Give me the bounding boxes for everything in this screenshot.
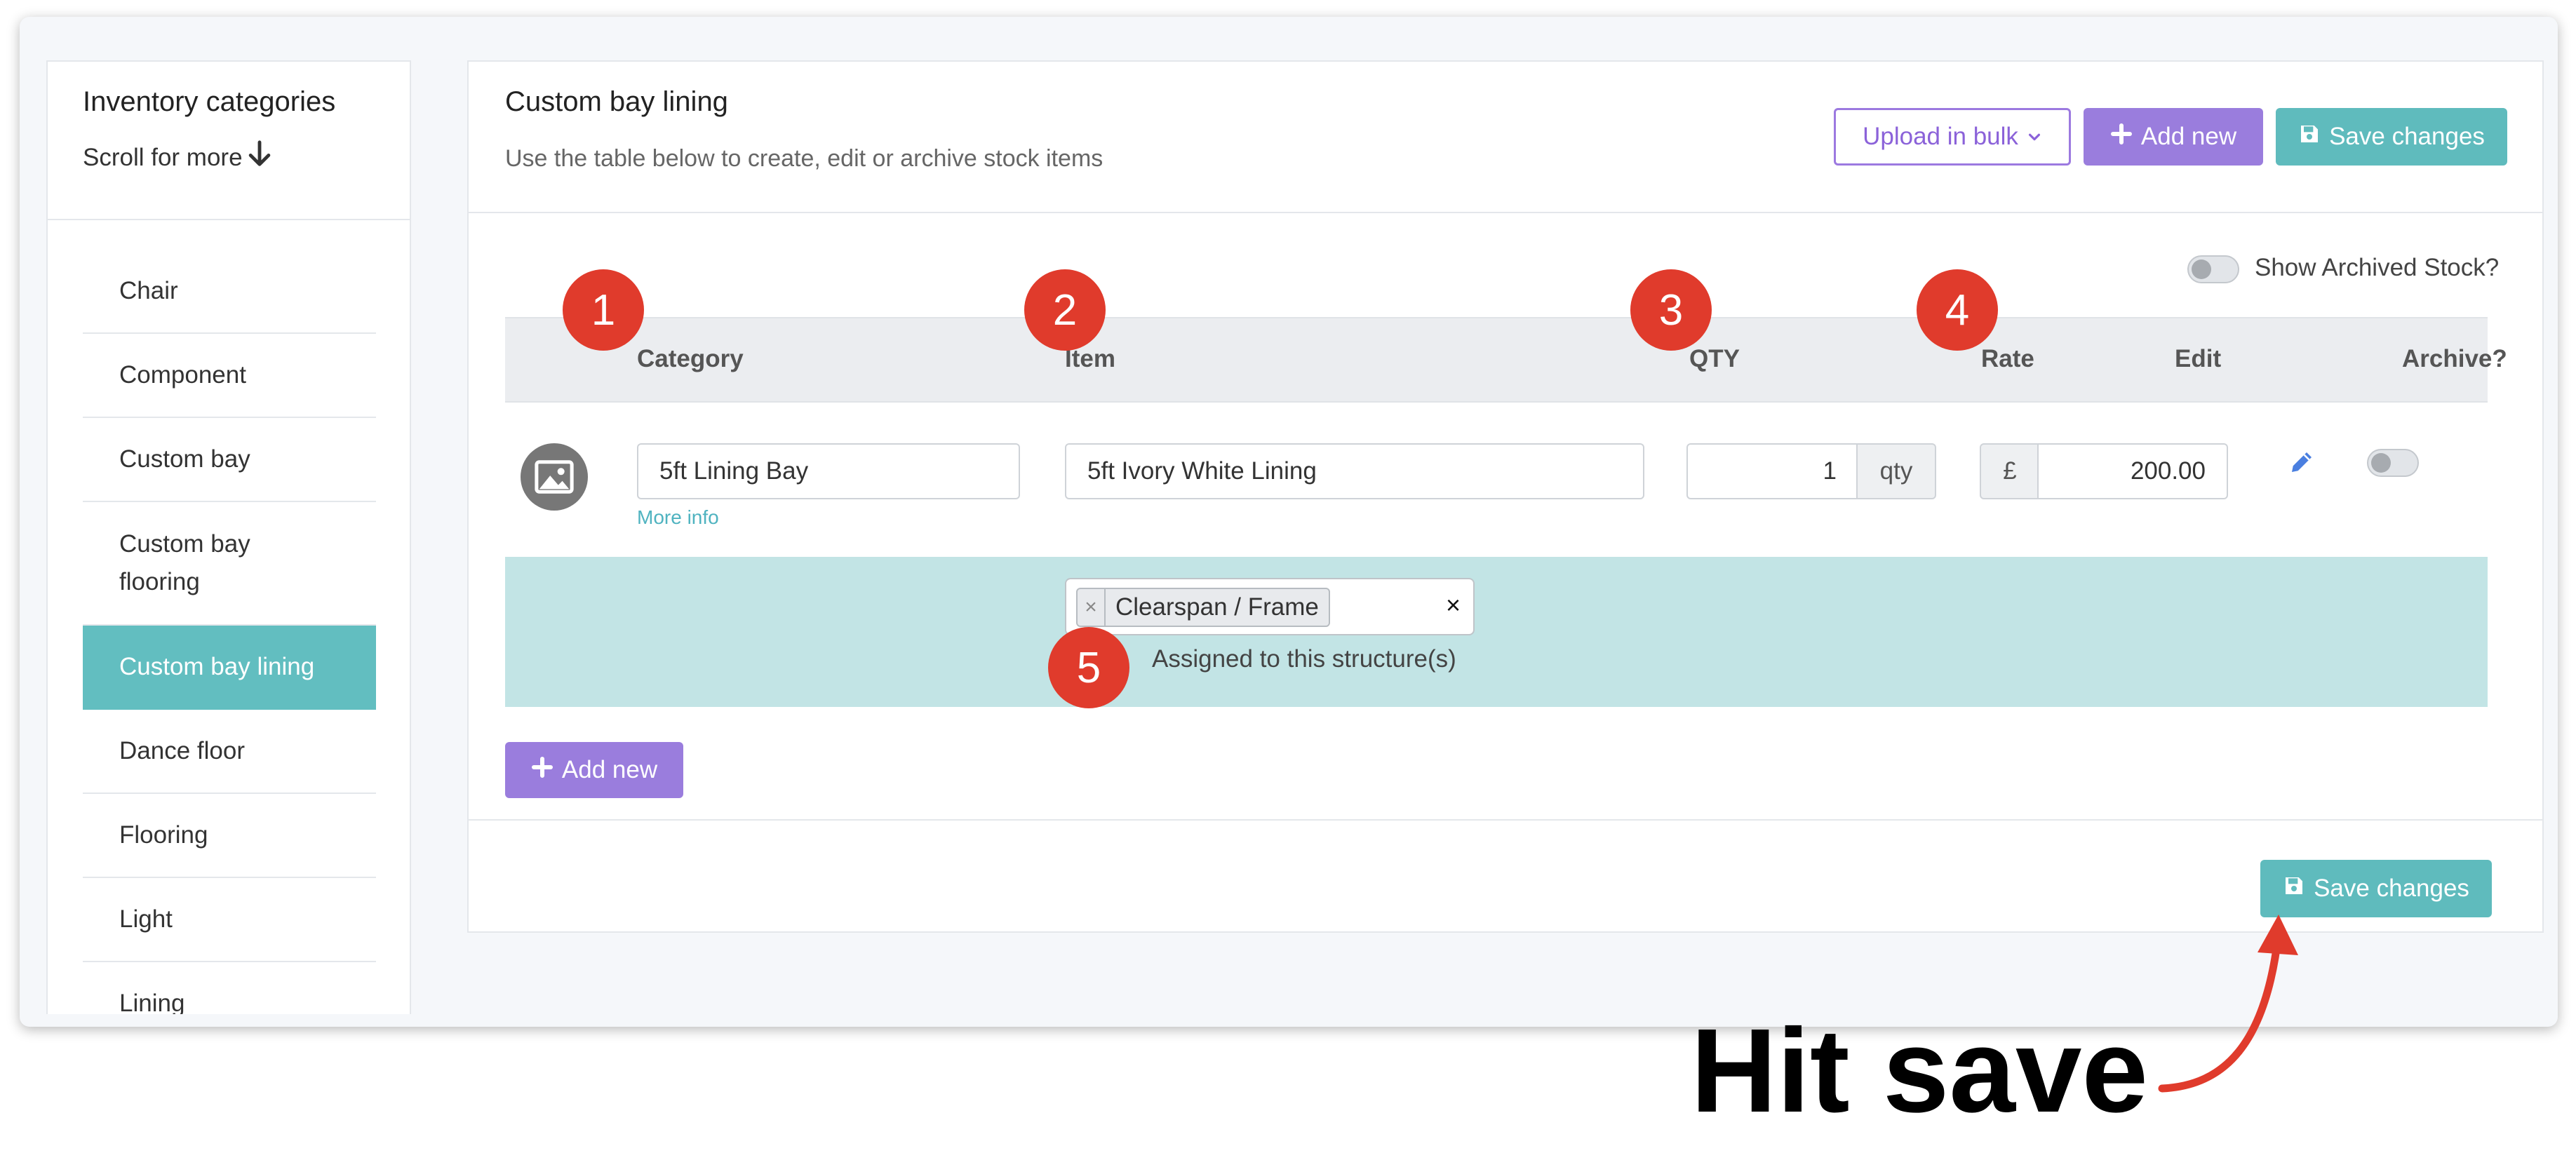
footer-divider xyxy=(469,819,2542,821)
curved-arrow-icon xyxy=(2158,915,2298,1093)
qty-unit-addon: qty xyxy=(1856,443,1936,499)
currency-addon: £ xyxy=(1980,443,2040,499)
clear-selection-icon[interactable]: × xyxy=(1446,591,1461,620)
callout-badge-4: 4 xyxy=(1917,269,1998,351)
archive-toggle[interactable] xyxy=(2367,449,2419,477)
screenshot-root: Inventory categories Scroll for more Cha… xyxy=(0,0,2576,1160)
sidebar-item-label: Flooring xyxy=(119,821,208,849)
rate-input[interactable]: 200.00 xyxy=(2037,443,2228,499)
column-header-archive: Archive? xyxy=(2402,345,2507,372)
item-input[interactable]: 5ft Ivory White Lining xyxy=(1065,443,1644,499)
structure-tag-label: Clearspan / Frame xyxy=(1115,593,1319,621)
qty-input[interactable]: 1 xyxy=(1686,443,1859,499)
sidebar-header: Inventory categories Scroll for more xyxy=(48,62,410,220)
sidebar-item-custom-bay[interactable]: Custom bay xyxy=(83,418,376,502)
sidebar-item-label: Chair xyxy=(119,277,178,304)
show-archived-label: Show Archived Stock? xyxy=(2255,254,2500,281)
sidebar-item-label: Lining xyxy=(119,990,185,1014)
column-header-category: Category xyxy=(637,345,744,372)
panel-header: Custom bay lining Use the table below to… xyxy=(469,62,2542,213)
sidebar-item-dance-floor[interactable]: Dance floor xyxy=(83,710,376,794)
upload-in-bulk-button[interactable]: Upload in bulk xyxy=(1834,108,2071,166)
callout-badge-1: 1 xyxy=(563,269,644,351)
scroll-hint: Scroll for more xyxy=(83,140,375,175)
sidebar-item-custom-bay-lining[interactable]: Custom bay lining xyxy=(83,626,376,710)
add-new-row-button[interactable]: Add new xyxy=(505,742,683,798)
category-sidebar: Inventory categories Scroll for more Cha… xyxy=(46,60,411,1014)
sidebar-item-label: Custom bay lining xyxy=(119,653,315,680)
add-new-row-label: Add new xyxy=(561,756,658,783)
sidebar-item-label: Light xyxy=(119,905,173,933)
pencil-icon[interactable] xyxy=(2287,447,2316,477)
scroll-hint-label: Scroll for more xyxy=(83,143,243,171)
sidebar-item-component[interactable]: Component xyxy=(83,334,376,418)
sidebar-item-chair[interactable]: Chair xyxy=(83,250,376,334)
remove-tag-icon[interactable]: × xyxy=(1078,589,1106,626)
column-header-qty: QTY xyxy=(1689,345,1740,372)
plus-icon xyxy=(2110,123,2133,151)
sidebar-item-flooring[interactable]: Flooring xyxy=(83,794,376,878)
stock-items-panel: Custom bay lining Use the table below to… xyxy=(467,60,2544,933)
page-title: Custom bay lining xyxy=(505,86,728,117)
image-placeholder-icon[interactable] xyxy=(521,443,588,511)
sidebar-item-label: Component xyxy=(119,361,246,389)
structure-assignment-row: × Clearspan / Frame × Assigned to this s… xyxy=(505,557,2488,707)
sidebar-item-label: Custom bay xyxy=(119,445,250,473)
floppy-disk-icon xyxy=(2298,123,2321,151)
page-subtitle: Use the table below to create, edit or a… xyxy=(505,145,1103,172)
sidebar-item-lining[interactable]: Lining xyxy=(83,962,376,1014)
callout-badge-2: 2 xyxy=(1024,269,1106,351)
add-new-label: Add new xyxy=(2140,123,2237,150)
table-header: Category Item QTY Rate Edit Archive? xyxy=(505,317,2507,403)
more-info-link[interactable]: More info xyxy=(637,506,719,529)
sidebar-item-light[interactable]: Light xyxy=(83,878,376,962)
plus-icon xyxy=(531,756,554,785)
floppy-disk-icon xyxy=(2283,875,2305,903)
category-list: Chair Component Custom bay Custom bay fl… xyxy=(83,250,376,1014)
sidebar-item-custom-bay-flooring[interactable]: Custom bay flooring xyxy=(83,502,376,626)
sidebar-item-label: Dance floor xyxy=(119,737,245,764)
show-archived-toggle[interactable] xyxy=(2187,255,2239,283)
structure-multiselect[interactable]: × Clearspan / Frame × xyxy=(1065,578,1475,635)
column-header-rate: Rate xyxy=(1981,345,2034,372)
column-header-edit: Edit xyxy=(2175,345,2222,372)
category-input[interactable]: 5ft Lining Bay xyxy=(637,443,1020,499)
structure-tag: × Clearspan / Frame xyxy=(1076,588,1330,627)
hit-save-annotation: Hit save xyxy=(1691,1004,2149,1138)
upload-in-bulk-label: Upload in bulk xyxy=(1863,123,2018,150)
sidebar-item-label: Custom bay flooring xyxy=(119,530,250,595)
app-window: Inventory categories Scroll for more Cha… xyxy=(20,17,2558,1027)
callout-badge-3: 3 xyxy=(1630,269,1712,351)
save-changes-label: Save changes xyxy=(2329,123,2485,150)
chevron-down-icon xyxy=(2027,123,2042,151)
sidebar-title: Inventory categories xyxy=(83,86,336,117)
assignment-label: Assigned to this structure(s) xyxy=(1152,645,1456,673)
footer-save-changes-label: Save changes xyxy=(2314,875,2469,902)
add-new-button[interactable]: Add new xyxy=(2084,108,2263,166)
save-changes-button[interactable]: Save changes xyxy=(2276,108,2507,166)
arrow-down-icon xyxy=(247,140,272,175)
callout-badge-5: 5 xyxy=(1048,627,1129,708)
